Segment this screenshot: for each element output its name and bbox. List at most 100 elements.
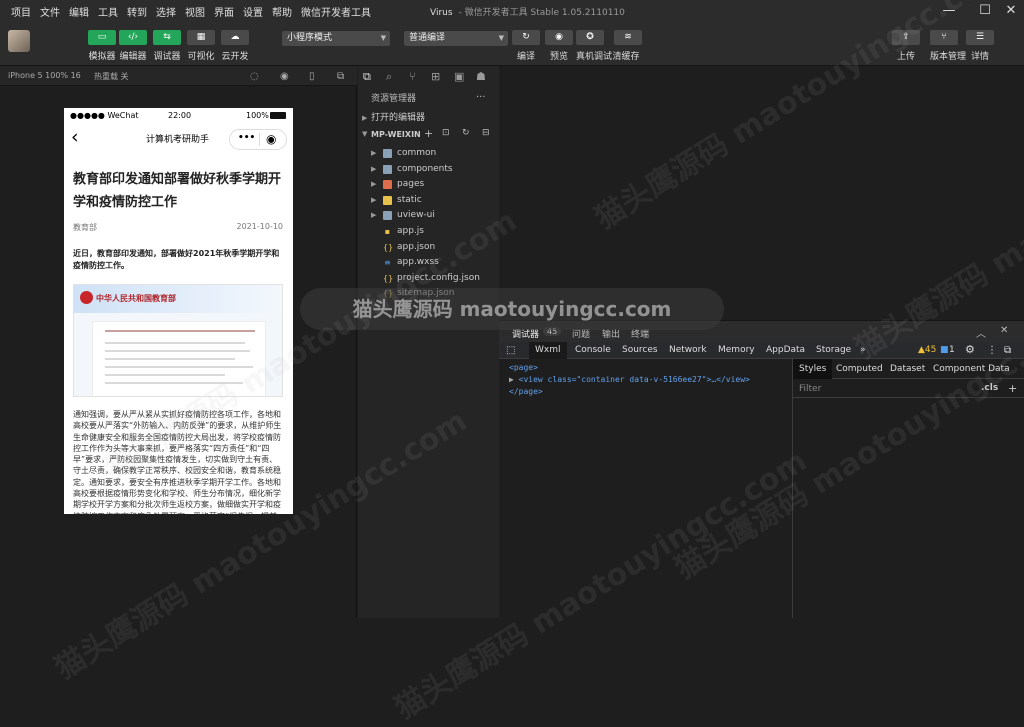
file-tree-item[interactable]: ▶ common [358, 146, 499, 161]
clear-cache-button[interactable]: ≋ [614, 30, 642, 45]
file-tree-item[interactable]: ▶ components [358, 162, 499, 177]
wxml-tree: <page> ▶ <view class="container data-v-5… [499, 359, 791, 618]
details-button[interactable]: ☰ [966, 30, 994, 45]
kebab-menu-icon[interactable]: ⋮ [987, 345, 997, 356]
settings-gear-icon[interactable]: ⚙ [965, 343, 975, 356]
tab-component-data[interactable]: Component Data [933, 364, 1010, 374]
nav-title: 计算机考研助手 [146, 135, 210, 145]
menu-item[interactable]: 编辑 [69, 4, 89, 19]
more-tabs-icon[interactable]: » [860, 345, 866, 355]
file-tree-label: app.json [397, 241, 436, 252]
chevron-right-icon: ▶ [362, 114, 368, 122]
menu-item[interactable]: 文件 [40, 4, 60, 19]
inspect-icon[interactable]: ⬚ [506, 345, 515, 356]
toolbar-editor-button[interactable]: ‹/› [119, 30, 147, 45]
toolbar-simulator-button[interactable]: ▭ [88, 30, 116, 45]
menu-item[interactable]: 项目 [11, 4, 31, 19]
article-date: 2021-10-10 [236, 222, 284, 231]
dom-node-view[interactable]: ▶ <view class="container data-v-5166ee27… [509, 374, 750, 386]
watermark-banner: 猫头鹰源码 maotouyingcc.com [300, 288, 724, 330]
compile-button[interactable]: ↻ [512, 30, 540, 45]
hot-reload-toggle[interactable]: 热重载 关 [94, 71, 129, 82]
tab-storage[interactable]: Storage [816, 345, 851, 355]
minimize-icon[interactable]: — [940, 2, 958, 20]
refresh-icon[interactable]: ↻ [462, 128, 470, 138]
dom-node-page-close[interactable]: </page> [509, 386, 543, 398]
open-editors-section[interactable]: ▶ 打开的编辑器 [358, 111, 499, 126]
menu-item[interactable]: 选择 [156, 4, 176, 19]
remote-debug-button[interactable]: ✪ [576, 30, 604, 45]
menu-item[interactable]: 界面 [214, 4, 234, 19]
chevron-up-icon[interactable]: ︿ [976, 325, 986, 340]
cls-toggle[interactable]: .cls [981, 383, 998, 393]
debugger-icon: ⇆ [163, 32, 171, 42]
tab-styles[interactable]: Styles [793, 359, 833, 379]
dom-node-page-open[interactable]: <page> [509, 362, 538, 374]
tab-memory[interactable]: Memory [718, 345, 755, 355]
version-button[interactable]: ⑂ [930, 30, 958, 45]
doc-line [105, 382, 243, 384]
tab-wxml[interactable]: Wxml [529, 342, 567, 359]
article-title: 教育部印发通知部署做好秋季学期开学和疫情防控工作 [73, 172, 282, 210]
menu-item[interactable]: 设置 [243, 4, 263, 19]
info-icon: ■ [940, 345, 949, 355]
file-tree-item[interactable]: {} app.json [358, 240, 499, 255]
menu-item[interactable]: 工具 [98, 4, 118, 19]
phone-icon[interactable]: ▯ [309, 71, 315, 82]
debug-icon[interactable]: ▣ [454, 70, 464, 83]
extensions-icon[interactable]: ⊞ [431, 70, 440, 83]
docker-icon[interactable]: ☗ [476, 70, 486, 83]
files-icon[interactable]: ⧉ [363, 70, 371, 84]
toolbar-debugger-button[interactable]: ⇆ [153, 30, 181, 45]
new-style-rule-icon[interactable]: + [1008, 382, 1017, 395]
rotate-icon[interactable]: ◌ [250, 71, 259, 82]
file-tree-item[interactable]: {} project.config.json [358, 271, 499, 286]
menu-item[interactable]: 微信开发者工具 [301, 4, 371, 19]
more-icon[interactable]: ••• [238, 133, 255, 143]
toolbar-button-label: 详情 [970, 52, 989, 62]
toolbar-visual-button[interactable]: ▦ [187, 30, 215, 45]
device-select[interactable]: iPhone 5 100% 16 [8, 71, 81, 80]
search-icon[interactable]: ⌕ [386, 70, 392, 84]
menu-item[interactable]: 帮助 [272, 4, 292, 19]
tab-sources[interactable]: Sources [622, 345, 658, 355]
back-icon[interactable]: ‹ [71, 126, 79, 148]
menu-item[interactable]: 视图 [185, 4, 205, 19]
close-panel-icon[interactable]: ✕ [1000, 325, 1008, 336]
file-tree-item[interactable]: ▶ pages [358, 177, 499, 192]
doc-line [105, 374, 225, 376]
upload-button[interactable]: ⇪ [892, 30, 920, 45]
file-tree-item[interactable]: ≡ app.wxss [358, 255, 499, 270]
tab-appdata[interactable]: AppData [766, 345, 805, 355]
maximize-icon[interactable]: ☐ [976, 2, 994, 20]
menu-item[interactable]: 转到 [127, 4, 147, 19]
record-icon[interactable]: ◉ [280, 71, 289, 82]
expand-triangle-icon[interactable]: ▶ [509, 375, 514, 384]
tab-network[interactable]: Network [669, 345, 707, 355]
devtools-tabs: ⬚ Wxml Console Sources Network Memory Ap… [499, 342, 1024, 359]
compile-select[interactable]: 普通编译 ▼ [404, 31, 508, 46]
mode-select[interactable]: 小程序模式 ▼ [282, 31, 390, 46]
close-icon[interactable]: ✕ [1002, 2, 1020, 20]
tab-dataset[interactable]: Dataset [890, 364, 925, 374]
file-tree-item[interactable]: ▶ uview-ui [358, 208, 499, 223]
file-tree-item[interactable]: ▶ static [358, 193, 499, 208]
dock-icon[interactable]: ⧉ [1004, 345, 1011, 356]
warnings-count[interactable]: ▲45 [918, 345, 936, 355]
info-count[interactable]: 1 [949, 345, 955, 355]
popout-icon[interactable]: ⧉ [337, 71, 344, 82]
toolbar-cloud-button[interactable]: ☁ [221, 30, 249, 45]
file-icon: ▪ [384, 227, 391, 236]
source-control-icon[interactable]: ⑂ [409, 70, 416, 83]
filter-input[interactable]: Filter [799, 384, 821, 394]
tab-computed[interactable]: Computed [836, 364, 883, 374]
preview-button[interactable]: ◉ [545, 30, 573, 45]
file-tree-item[interactable]: ▪ app.js [358, 224, 499, 239]
explorer-more-icon[interactable]: ··· [476, 92, 486, 103]
avatar[interactable] [8, 30, 30, 52]
tab-console[interactable]: Console [575, 345, 611, 355]
new-file-icon[interactable]: + [424, 127, 433, 140]
new-folder-icon[interactable]: ⊡ [442, 128, 450, 138]
collapse-all-icon[interactable]: ⊟ [482, 128, 490, 138]
exit-miniprogram-icon[interactable]: ◉ [266, 133, 276, 146]
